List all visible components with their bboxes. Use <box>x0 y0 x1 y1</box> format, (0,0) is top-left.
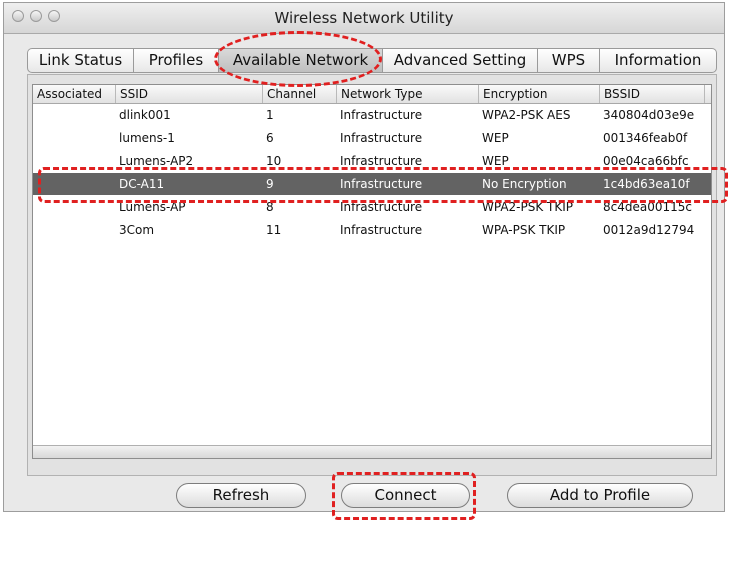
available-network-panel: Associated SSID Channel Network Type Enc… <box>27 74 717 476</box>
row-network-type: Infrastructure <box>340 223 423 237</box>
row-encryption: WEP <box>482 154 509 168</box>
title-bar: Wireless Network Utility <box>4 3 724 34</box>
tab-information[interactable]: Information <box>600 48 717 73</box>
row-bssid: 0012a9d12794 <box>603 223 695 237</box>
row-channel: 1 <box>266 108 274 122</box>
network-row-selected[interactable]: DC-A11 9 Infrastructure No Encryption 1c… <box>33 173 711 195</box>
row-bssid: 8c4dea00115c <box>603 200 692 214</box>
tab-link-status[interactable]: Link Status <box>27 48 133 73</box>
row-encryption: WPA-PSK TKIP <box>482 223 566 237</box>
row-bssid: 00e04ca66bfc <box>603 154 689 168</box>
row-channel: 9 <box>266 177 274 191</box>
row-encryption: WPA2-PSK TKIP <box>482 200 574 214</box>
network-row[interactable]: dlink001 1 Infrastructure WPA2-PSK AES 3… <box>33 104 711 126</box>
row-network-type: Infrastructure <box>340 177 423 191</box>
network-row[interactable]: 3Com 11 Infrastructure WPA-PSK TKIP 0012… <box>33 219 711 241</box>
column-encryption[interactable]: Encryption <box>479 85 599 103</box>
row-bssid: 001346feab0f <box>603 131 688 145</box>
row-network-type: Infrastructure <box>340 108 423 122</box>
row-ssid: lumens-1 <box>119 131 175 145</box>
refresh-button[interactable]: Refresh <box>176 483 306 508</box>
row-encryption: No Encryption <box>482 177 567 191</box>
network-row[interactable]: lumens-1 6 Infrastructure WEP 001346feab… <box>33 127 711 149</box>
row-network-type: Infrastructure <box>340 131 423 145</box>
column-associated[interactable]: Associated <box>33 85 115 103</box>
connect-button[interactable]: Connect <box>341 483 470 508</box>
row-ssid: dlink001 <box>119 108 171 122</box>
row-ssid: DC-A11 <box>119 177 165 191</box>
column-network-type[interactable]: Network Type <box>337 85 478 103</box>
row-ssid: Lumens-AP <box>119 200 186 214</box>
row-channel: 6 <box>266 131 274 145</box>
window-title: Wireless Network Utility <box>274 9 454 27</box>
row-channel: 11 <box>266 223 282 237</box>
row-encryption: WPA2-PSK AES <box>482 108 571 122</box>
row-bssid: 340804d03e9e <box>603 108 695 122</box>
network-row[interactable]: Lumens-AP2 10 Infrastructure WEP 00e04ca… <box>33 150 711 172</box>
row-channel: 8 <box>266 200 274 214</box>
row-bssid: 1c4bd63ea10f <box>603 177 690 191</box>
row-ssid: Lumens-AP2 <box>119 154 194 168</box>
network-list-header: Associated SSID Channel Network Type Enc… <box>33 85 711 104</box>
tab-wps[interactable]: WPS <box>538 48 599 73</box>
column-bssid[interactable]: BSSID <box>600 85 704 103</box>
tab-advanced-setting[interactable]: Advanced Setting <box>383 48 537 73</box>
row-ssid: 3Com <box>119 223 155 237</box>
tab-available-network[interactable]: Available Network <box>219 48 382 73</box>
row-channel: 10 <box>266 154 282 168</box>
row-network-type: Infrastructure <box>340 154 423 168</box>
network-row[interactable]: Lumens-AP 8 Infrastructure WPA2-PSK TKIP… <box>33 196 711 218</box>
row-network-type: Infrastructure <box>340 200 423 214</box>
add-to-profile-button[interactable]: Add to Profile <box>507 483 693 508</box>
column-ssid[interactable]: SSID <box>116 85 262 103</box>
tab-profiles[interactable]: Profiles <box>134 48 218 73</box>
row-encryption: WEP <box>482 131 509 145</box>
tab-bar: Link Status Profiles Available Network A… <box>27 48 717 74</box>
horizontal-scrollbar[interactable] <box>33 445 711 458</box>
network-list[interactable]: Associated SSID Channel Network Type Enc… <box>32 84 712 459</box>
column-channel[interactable]: Channel <box>263 85 336 103</box>
